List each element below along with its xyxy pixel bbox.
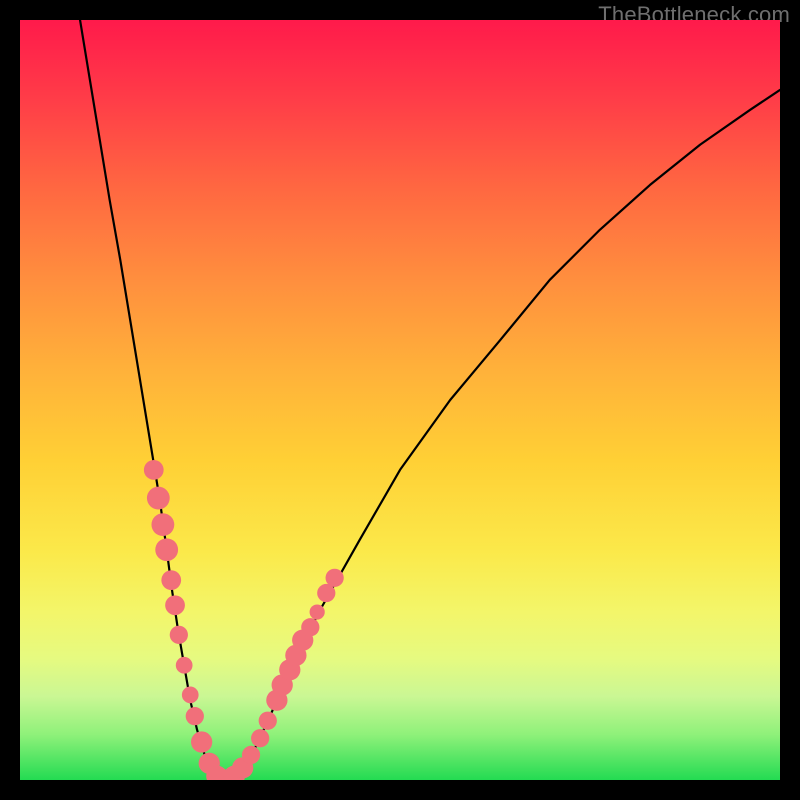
data-marker [251,729,269,747]
data-marker [170,626,188,644]
data-marker [161,570,181,590]
data-marker [191,731,212,752]
data-marker [186,707,204,725]
data-marker [144,460,164,480]
data-marker [326,569,344,587]
data-marker [310,604,325,619]
chart-frame: TheBottleneck.com [0,0,800,800]
data-marker [165,595,185,615]
data-marker [182,687,199,704]
data-marker [147,487,170,510]
plot-area [20,20,780,780]
data-marker [242,746,260,764]
data-marker [155,538,178,561]
data-marker [301,618,319,636]
data-marker [176,657,193,674]
data-marker [151,513,174,536]
chart-svg [20,20,780,780]
data-marker [259,712,277,730]
marker-group [144,460,344,780]
